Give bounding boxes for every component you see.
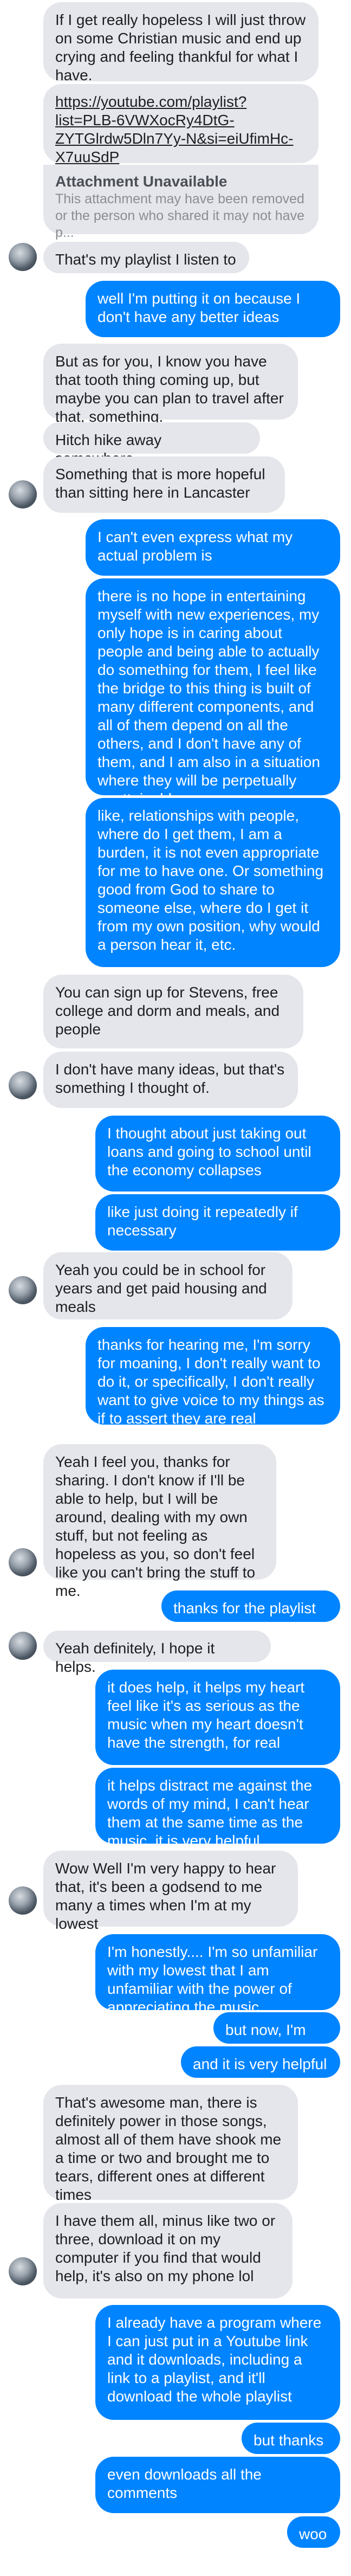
- message-bubble-received: Wow Well I'm very happy to hear that, it…: [43, 1851, 298, 1932]
- link-message-bubble[interactable]: https://youtube.com/playlist?list=PLB-6V…: [43, 84, 318, 165]
- message-bubble-sent: woo: [287, 2516, 340, 2548]
- message-bubble-received: Yeah definitely, I hope it helps.: [43, 1631, 271, 1675]
- contact-avatar[interactable]: [9, 1548, 37, 1576]
- message-bubble-sent: even downloads all the comments: [95, 2457, 340, 2513]
- message-bubble-received: If I get really hopeless I will just thr…: [43, 2, 318, 83]
- contact-avatar[interactable]: [9, 1071, 37, 1099]
- message-bubble-sent: well I'm putting it on because I don't h…: [86, 281, 340, 337]
- message-bubble-sent: but thanks: [242, 2423, 340, 2454]
- attachment-description: This attachment may have been removed or…: [55, 191, 304, 240]
- message-bubble-received: Something that is more hopeful than sitt…: [43, 456, 285, 513]
- message-thread: If I get really hopeless I will just thr…: [0, 0, 351, 2576]
- message-bubble-received: Yeah I feel you, thanks for sharing. I d…: [43, 1444, 276, 1599]
- message-bubble-received: Hitch hike away somewhere.: [43, 422, 260, 467]
- message-bubble-received: You can sign up for Stevens, free colleg…: [43, 975, 303, 1048]
- contact-avatar[interactable]: [9, 480, 37, 508]
- message-bubble-sent: I can't even express what my actual prob…: [86, 519, 340, 576]
- message-bubble-received: I don't have many ideas, but that's some…: [43, 1052, 298, 1108]
- message-bubble-sent: I'm honestly.... I'm so unfamiliar with …: [95, 1934, 340, 2015]
- message-bubble-received: That's awesome man, there is definitely …: [43, 2085, 298, 2203]
- playlist-link[interactable]: https://youtube.com/playlist?list=PLB-6V…: [55, 93, 294, 165]
- contact-avatar[interactable]: [9, 1632, 37, 1660]
- message-bubble-sent: like, relationships with people, where d…: [86, 798, 340, 967]
- message-bubble-received: But as for you, I know you have that too…: [43, 344, 298, 425]
- contact-avatar[interactable]: [9, 243, 37, 271]
- message-bubble-sent: it helps distract me against the words o…: [95, 1768, 340, 1849]
- message-bubble-sent: and it is very helpful: [181, 2046, 340, 2078]
- attachment-title: Attachment Unavailable: [55, 173, 227, 190]
- message-bubble-sent: I already have a program where I can jus…: [95, 2305, 340, 2420]
- message-bubble-received: That's my playlist I listen to: [43, 242, 249, 273]
- attachment-unavailable-card: Attachment Unavailable This attachment m…: [43, 165, 318, 240]
- contact-avatar[interactable]: [9, 1276, 37, 1304]
- message-bubble-received: I have them all, minus like two or three…: [43, 2203, 292, 2298]
- message-bubble-sent: like just doing it repeatedly if necessa…: [95, 1194, 340, 1251]
- message-bubble-received: Yeah you could be in school for years an…: [43, 1252, 292, 1319]
- message-bubble-sent: it does help, it helps my heart feel lik…: [95, 1670, 340, 1765]
- contact-avatar[interactable]: [9, 2257, 37, 2285]
- message-bubble-sent: thanks for hearing me, I'm sorry for moa…: [86, 1327, 340, 1427]
- message-bubble-sent: I thought about just taking out loans an…: [95, 1116, 340, 1192]
- message-bubble-sent: there is no hope in entertaining myself …: [86, 578, 340, 807]
- contact-avatar[interactable]: [9, 1886, 37, 1915]
- message-bubble-sent: but now, I'm not: [213, 2012, 340, 2057]
- message-bubble-sent: thanks for the playlist: [161, 1590, 340, 1622]
